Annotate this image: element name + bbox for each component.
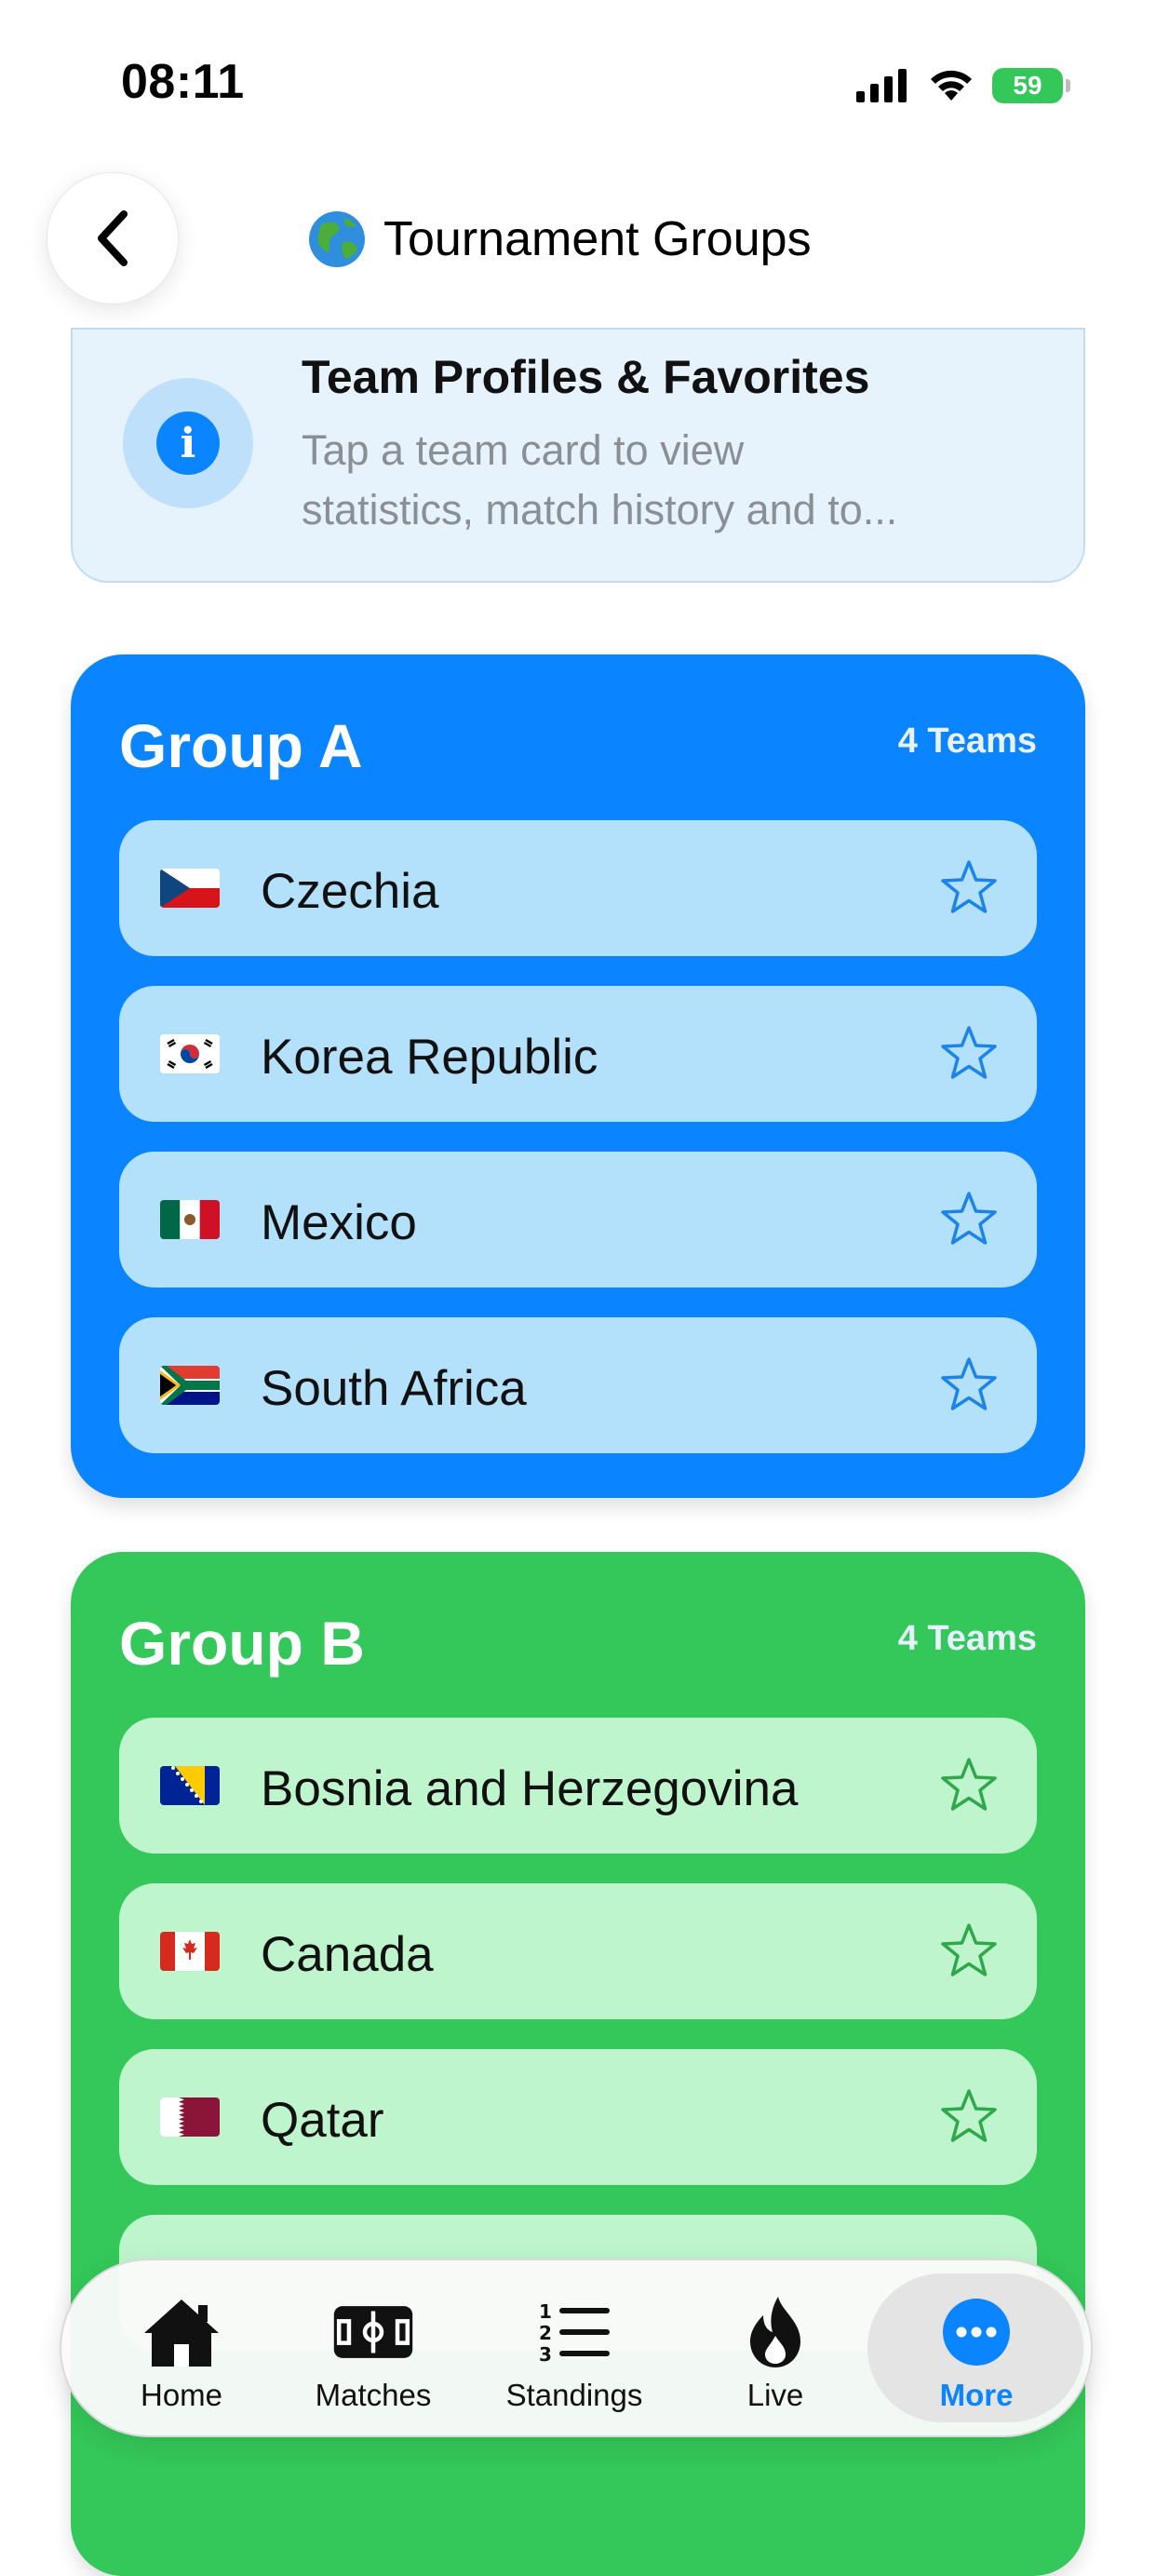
south-korea-flag-icon: [160, 1034, 220, 1073]
team-name: Canada: [261, 1927, 434, 1982]
flame-icon: [750, 2297, 800, 2367]
status-icons: 59: [854, 65, 1070, 106]
team-row-bosnia-and-herzegovina[interactable]: Bosnia and Herzegovina: [119, 1718, 1037, 1854]
canada-flag-icon: [160, 1932, 220, 1971]
house-icon: [144, 2300, 219, 2367]
ellipsis-circle-icon: [943, 2299, 1010, 2366]
chevron-left-icon: [98, 210, 128, 266]
south-africa-flag-icon: [160, 1366, 220, 1405]
tab-bar: Home Matches 1 2 3 Standings Live More: [60, 2259, 1093, 2437]
bosnia-flag-icon: [160, 1766, 220, 1805]
group-team-count: 4 Teams: [897, 1619, 1037, 1658]
star-icon[interactable]: [938, 1755, 1000, 1816]
tab-label: Standings: [505, 2378, 643, 2412]
group-team-count: 4 Teams: [897, 722, 1037, 761]
page-title: Tournament Groups: [307, 207, 812, 272]
numbered-list-icon: 1 2 3: [539, 2300, 610, 2365]
group-title: Group B: [119, 1609, 365, 1678]
info-banner-title: Team Profiles & Favorites: [302, 351, 870, 403]
team-row-korea-republic[interactable]: Korea Republic: [119, 986, 1037, 1122]
back-button[interactable]: [47, 172, 179, 304]
star-icon[interactable]: [938, 2086, 1000, 2148]
team-name: Qatar: [261, 2093, 384, 2148]
info-banner-body: Tap a team card to view statistics, matc…: [302, 421, 1046, 540]
team-name: Bosnia and Herzegovina: [261, 1761, 799, 1816]
tab-label: Live: [746, 2378, 804, 2412]
page-title-text: Tournament Groups: [383, 212, 812, 266]
star-icon[interactable]: [938, 1023, 1000, 1085]
status-time: 08:11: [121, 55, 245, 109]
group-title: Group A: [119, 711, 363, 780]
team-name: Korea Republic: [261, 1030, 598, 1085]
team-row-canada[interactable]: Canada: [119, 1883, 1037, 2019]
team-row-mexico[interactable]: Mexico: [119, 1152, 1037, 1288]
battery-indicator: 59: [992, 68, 1070, 103]
soccer-field-icon: [333, 2306, 413, 2358]
team-row-qatar[interactable]: Qatar: [119, 2049, 1037, 2185]
svg-text:2: 2: [539, 2322, 552, 2344]
svg-text:1: 1: [539, 2300, 552, 2323]
star-icon[interactable]: [938, 857, 1000, 919]
tab-more[interactable]: More: [879, 2260, 1074, 2435]
svg-text:3: 3: [539, 2343, 552, 2365]
czech-flag-icon: [160, 869, 220, 908]
team-name: Mexico: [261, 1195, 417, 1250]
info-banner-line-1: Tap a team card to view: [302, 426, 745, 474]
tab-live[interactable]: Live: [678, 2260, 873, 2435]
tab-home[interactable]: Home: [84, 2260, 279, 2435]
wifi-icon: [931, 70, 972, 101]
cellular-signal-icon: [856, 69, 907, 102]
team-row-south-africa[interactable]: South Africa: [119, 1317, 1037, 1453]
mexico-flag-icon: [160, 1200, 220, 1239]
tab-label: Matches: [315, 2378, 432, 2412]
star-icon[interactable]: [938, 1189, 1000, 1250]
group-card-a: Group A 4 Teams Czechia Korea Republic M…: [71, 654, 1085, 1498]
tab-label: Home: [140, 2378, 223, 2412]
team-name: Czechia: [261, 864, 439, 919]
info-banner-line-2: statistics, match history and to...: [302, 486, 898, 533]
globe-icon: [309, 211, 365, 267]
tab-label: More: [939, 2378, 1014, 2412]
team-name: South Africa: [261, 1361, 527, 1416]
team-row-czechia[interactable]: Czechia: [119, 820, 1037, 956]
tab-matches[interactable]: Matches: [276, 2260, 471, 2435]
tab-standings[interactable]: 1 2 3 Standings: [477, 2260, 672, 2435]
info-icon: i: [123, 378, 253, 508]
star-icon[interactable]: [938, 1355, 1000, 1416]
battery-level: 59: [1013, 71, 1042, 100]
qatar-flag-icon: [160, 2097, 220, 2137]
star-icon[interactable]: [938, 1921, 1000, 1982]
